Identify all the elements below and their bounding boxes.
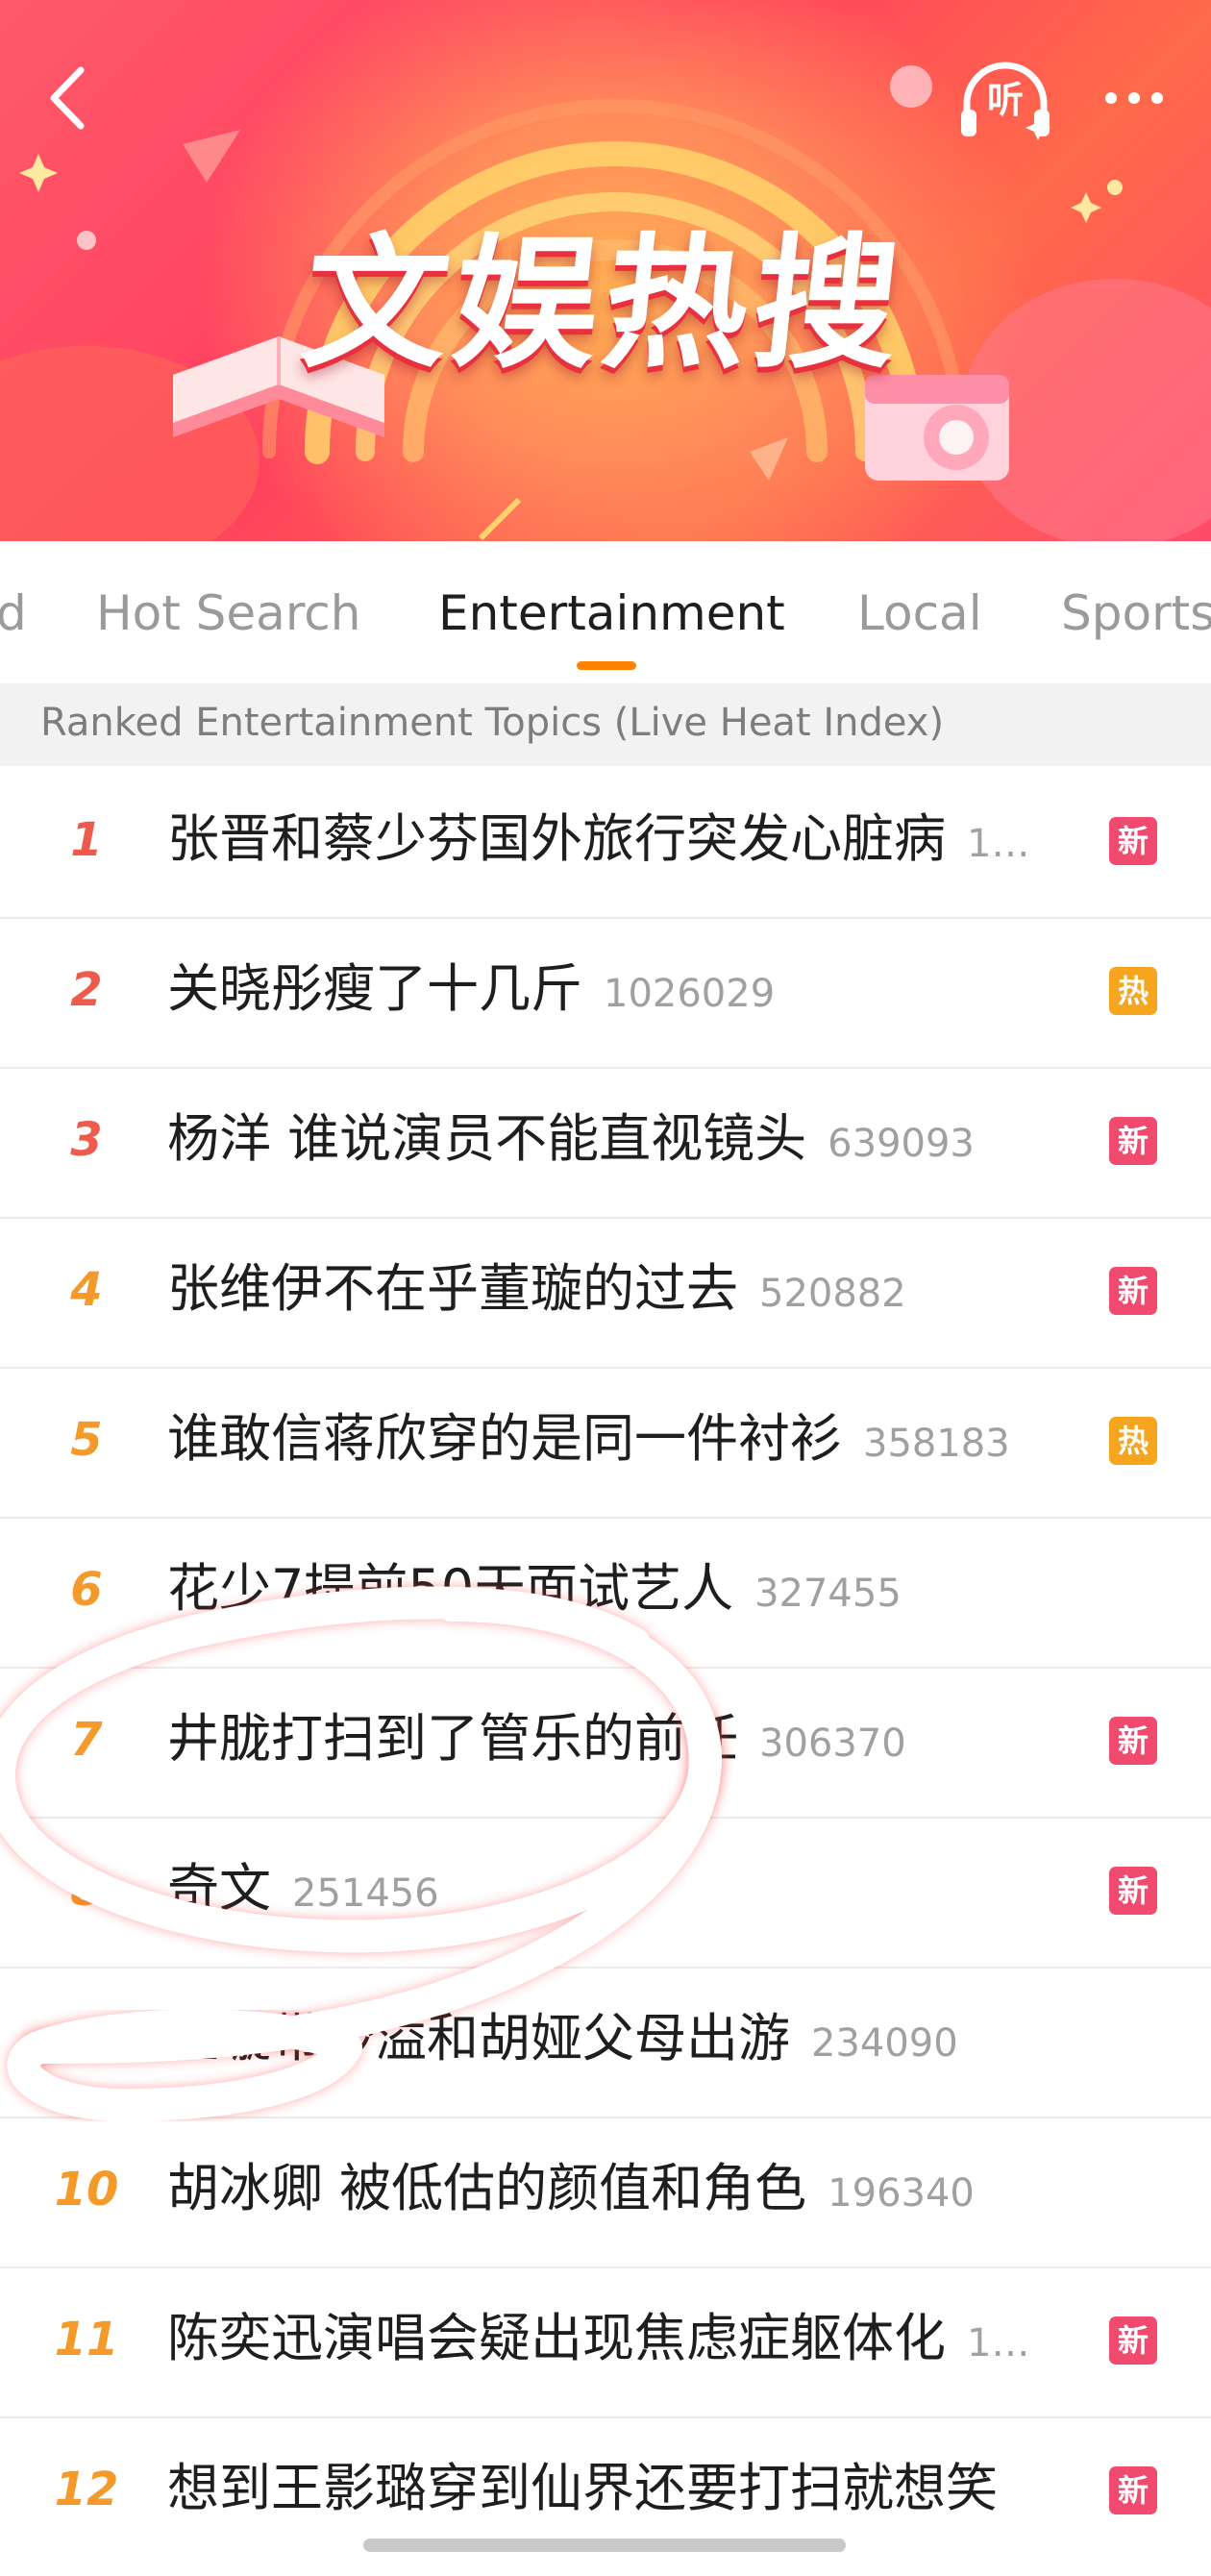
hero-banner: 文娱热搜 听 (0, 0, 1211, 541)
rank-number: 9 (70, 2013, 103, 2067)
rank-number: 2 (70, 963, 103, 1017)
badge-new: 新 (1109, 1117, 1157, 1165)
rank-number: 11 (54, 2313, 119, 2366)
topic-row[interactable]: 11 陈奕迅演唱会疑出现焦虑症躯体化 1… 新 (0, 2266, 1211, 2418)
badge-new: 新 (1109, 1717, 1157, 1765)
topic-row[interactable]: 10 胡冰卿 被低估的颜值和角色 196340 (0, 2117, 1211, 2268)
topic-row[interactable]: 8 奇文 251456 新 (0, 1817, 1211, 1969)
topic-title-line: 胡冰卿 被低估的颜值和角色 196340 (167, 2155, 975, 2227)
tab-sports[interactable]: Sports (1061, 585, 1211, 641)
topic-title: 谁敢信蒋欣穿的是同一件衬衫 (167, 1408, 842, 1469)
rank-number: 12 (54, 2463, 119, 2516)
tab-entertainment[interactable]: Entertainment (438, 585, 785, 641)
more-dots-icon (1105, 92, 1117, 104)
heat-value: 251456 (292, 1871, 439, 1916)
topic-title: 张维伊不在乎董璇的过去 (167, 1258, 738, 1319)
topic-title-line: 张晋和蔡少芬国外旅行突发心脏病 1… (167, 805, 1029, 878)
heat-value: 234090 (811, 2021, 958, 2066)
topic-title: 井胧打扫到了管乐的前任 (167, 1708, 738, 1769)
rank-number: 1 (70, 813, 103, 867)
rank-number: 5 (70, 1413, 103, 1467)
heat-value: 639093 (828, 1122, 975, 1166)
rank-number: 10 (54, 2163, 119, 2217)
topic-row[interactable]: 5 谁敢信蒋欣穿的是同一件衬衫 358183 热 (0, 1367, 1211, 1519)
rank-number: 6 (70, 1563, 103, 1617)
rank-number: 7 (70, 1713, 103, 1767)
chevron-left-icon (50, 66, 85, 130)
topic-title: 胡冰卿 被低估的颜值和角色 (167, 2158, 807, 2218)
topic-title: 张晋和蔡少芬国外旅行突发心脏病 (167, 808, 946, 869)
heat-value: 306370 (759, 1721, 906, 1766)
topic-title-line: 谁敢信蒋欣穿的是同一件衬衫 358183 (167, 1405, 1010, 1477)
badge-new: 新 (1109, 1267, 1157, 1315)
heat-value: 327455 (754, 1572, 902, 1616)
section-header: Ranked Entertainment Topics (Live Heat I… (0, 683, 1211, 766)
topic-title-line: 关晓彤瘦了十几斤 1026029 (167, 955, 775, 1028)
topic-title-line: 董璇带沙溢和胡娅父母出游 234090 (167, 2005, 958, 2077)
heat-value: 1026029 (604, 972, 776, 1016)
badge-new: 新 (1109, 2466, 1157, 2514)
topic-row[interactable]: 1 张晋和蔡少芬国外旅行突发心脏病 1… 新 (0, 767, 1211, 919)
badge-new: 新 (1109, 817, 1157, 865)
topic-row[interactable]: 2 关晓彤瘦了十几斤 1026029 热 (0, 917, 1211, 1069)
topic-title-line: 花少7提前50天面试艺人 327455 (167, 1555, 902, 1627)
topic-title: 花少7提前50天面试艺人 (167, 1558, 734, 1619)
topic-row[interactable]: 4 张维伊不在乎董璇的过去 520882 新 (0, 1217, 1211, 1369)
badge-hot: 热 (1109, 967, 1157, 1015)
back-button[interactable] (37, 60, 98, 136)
topic-title-line: 井胧打扫到了管乐的前任 306370 (167, 1705, 906, 1777)
topic-title: 杨洋 谁说演员不能直视镜头 (167, 1108, 807, 1169)
listen-button[interactable]: 听 (957, 58, 1053, 140)
topic-title-line: 张维伊不在乎董璇的过去 520882 (167, 1255, 906, 1327)
topic-title-line: 想到王影璐穿到仙界还要打扫就想笑 (167, 2455, 998, 2522)
rank-number: 3 (70, 1113, 103, 1167)
topic-title: 董璇带沙溢和胡娅父母出游 (167, 2008, 790, 2068)
topic-row[interactable]: 9 董璇带沙溢和胡娅父母出游 234090 (0, 1967, 1211, 2118)
heat-value: 1… (967, 822, 1030, 866)
topic-title: 关晓彤瘦了十几斤 (167, 958, 582, 1019)
tab-local[interactable]: Local (857, 585, 982, 641)
badge-new: 新 (1109, 1867, 1157, 1915)
tab-hot-search[interactable]: Hot Search (96, 585, 360, 641)
topic-title-line: 杨洋 谁说演员不能直视镜头 639093 (167, 1105, 975, 1177)
section-header-label: Ranked Entertainment Topics (Live Heat I… (40, 701, 945, 745)
topic-title-line: 陈奕迅演唱会疑出现焦虑症躯体化 1… (167, 2305, 1029, 2377)
badge-new: 新 (1109, 2316, 1157, 2365)
heat-value: 1… (967, 2321, 1030, 2365)
heat-value: 520882 (759, 1272, 906, 1316)
topic-row[interactable]: 3 杨洋 谁说演员不能直视镜头 639093 新 (0, 1067, 1211, 1219)
topic-title: 想到王影璐穿到仙界还要打扫就想笑 (167, 2458, 998, 2518)
more-options-button[interactable] (1086, 77, 1182, 119)
topic-title: 奇文 (167, 1858, 271, 1919)
page-title: 文娱热搜 (295, 221, 913, 388)
active-tab-indicator (577, 661, 636, 670)
topic-row[interactable]: 7 井胧打扫到了管乐的前任 306370 新 (0, 1667, 1211, 1819)
rank-number: 4 (70, 1263, 103, 1317)
listen-label: 听 (986, 79, 1024, 121)
home-indicator[interactable] (363, 2539, 846, 2552)
heat-value: 358183 (863, 1422, 1010, 1466)
rank-number: 8 (70, 1863, 103, 1917)
badge-hot: 热 (1109, 1417, 1157, 1465)
topic-title: 陈奕迅演唱会疑出现焦虑症躯体化 (167, 2308, 946, 2368)
topic-row[interactable]: 6 花少7提前50天面试艺人 327455 (0, 1517, 1211, 1669)
topic-title-line: 奇文 251456 (167, 1855, 439, 1927)
heat-value: 196340 (828, 2171, 975, 2216)
tab-partial[interactable]: d (0, 585, 27, 641)
